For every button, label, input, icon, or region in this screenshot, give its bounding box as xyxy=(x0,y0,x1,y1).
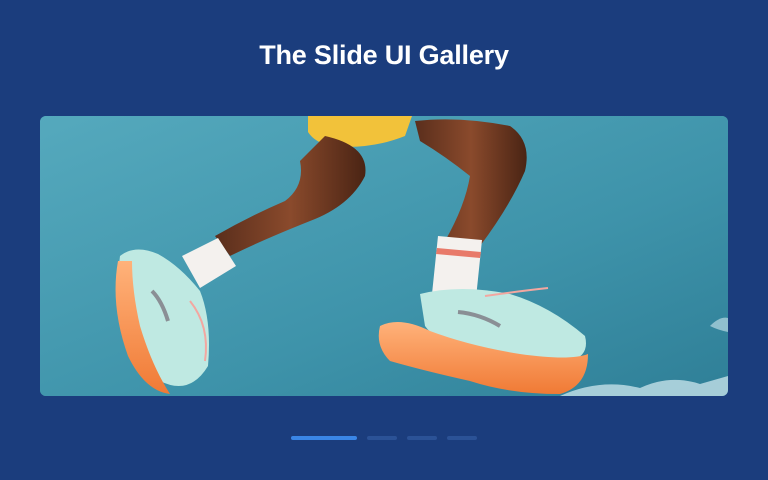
pagination-dot-4[interactable] xyxy=(447,436,477,440)
sneakers-photo xyxy=(40,116,728,396)
slide-pagination xyxy=(291,436,477,440)
pagination-dot-1[interactable] xyxy=(291,436,357,440)
pagination-dot-3[interactable] xyxy=(407,436,437,440)
right-sock-shape xyxy=(432,236,482,298)
page-title: The Slide UI Gallery xyxy=(259,40,509,70)
pagination-dot-2[interactable] xyxy=(367,436,397,440)
slide-image[interactable] xyxy=(40,116,728,396)
